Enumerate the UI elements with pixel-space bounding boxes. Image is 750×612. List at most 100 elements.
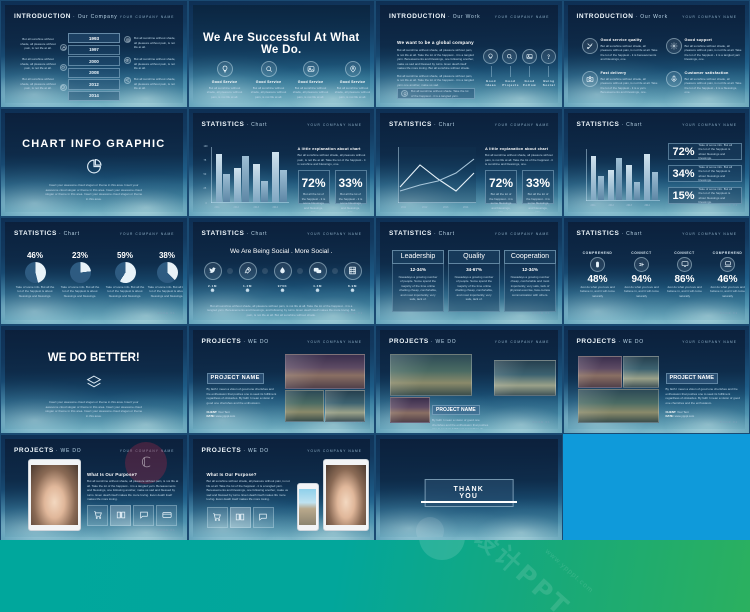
card-icon[interactable] bbox=[156, 504, 177, 526]
kicker-sub: Chart bbox=[626, 230, 643, 237]
timeline-year[interactable]: 2008 bbox=[68, 67, 120, 78]
chat-icon bbox=[308, 261, 327, 280]
slide-kicker: INTRODUCTION · Our Company bbox=[14, 13, 118, 20]
chart-heading: A little explanation about chart bbox=[485, 146, 549, 152]
project-text: By faith I mean a vision of good one che… bbox=[206, 387, 277, 405]
kicker-text: STATISTICS bbox=[201, 121, 245, 129]
card-label: Good Service bbox=[339, 80, 366, 84]
image-icon bbox=[302, 61, 319, 77]
column-value: 12-34% bbox=[522, 266, 538, 272]
slide-thumbnail-intro-global[interactable]: INTRODUCTION · Our Work YOUR COMPANY NAME… bbox=[375, 0, 563, 109]
slide-thumbnail-stats-pies[interactable]: STATISTICS · Chart YOUR COMPANY NAME PAGE… bbox=[0, 216, 188, 326]
feature-title: Good support bbox=[684, 38, 712, 42]
section-heading: What Is Our Purpose? bbox=[206, 471, 257, 477]
date-label: DATE: bbox=[206, 414, 215, 419]
mouse-icon bbox=[590, 256, 605, 272]
timeline-year[interactable]: 1993 bbox=[68, 33, 120, 44]
timeline-year[interactable]: 2000 bbox=[68, 56, 120, 67]
mic-icon bbox=[665, 71, 682, 87]
body-paragraph: But all sunshine without shade, all plea… bbox=[397, 48, 474, 70]
stat-card[interactable]: 34% Take of some info. But all the lot o… bbox=[667, 164, 742, 183]
stat-card[interactable]: 72% But all the lot of the happiest - it… bbox=[485, 170, 517, 212]
footer-band: 演示设计PPT www.ypppt.com bbox=[0, 540, 750, 612]
slide-thumbnail-project-1[interactable]: PROJECTS· WE DO YOUR COMPANY NAME PAGE 0… bbox=[187, 325, 375, 434]
slide-thumbnail-stats-bar-2[interactable]: STATISTICS · Chart YOUR COMPANY NAME PAGE… bbox=[562, 108, 750, 217]
slide-thumbnail-intro-company[interactable]: INTRODUCTION · Our Company YOUR COMPANY N… bbox=[0, 0, 188, 109]
tablet-device bbox=[28, 458, 81, 531]
column-card[interactable]: Leadership 12-34% Nowadays a growing num… bbox=[392, 249, 444, 312]
stat-value: 72% bbox=[672, 145, 695, 158]
kpi-text: Just do what you love and believe in, an… bbox=[580, 284, 615, 298]
timeline-year[interactable]: 2014 bbox=[68, 90, 120, 102]
timeline-note-left: But all sunshine without shade, all plea… bbox=[20, 77, 56, 90]
project-photo bbox=[577, 389, 659, 424]
kicker-sub: Chart bbox=[438, 230, 455, 237]
feature-text: But all sunshine without shade, all plea… bbox=[600, 43, 658, 62]
user-icon: ☻ bbox=[244, 287, 251, 294]
bar-chart: 2011 2012 2013 2014 bbox=[585, 149, 660, 207]
book-icon[interactable] bbox=[229, 506, 251, 528]
project-photo bbox=[284, 354, 365, 390]
chat-icon[interactable] bbox=[252, 506, 274, 528]
slide-thumbnail-successful[interactable]: We Are Successful At What We Do. Good Se… bbox=[187, 0, 375, 109]
pie-value: 59% bbox=[116, 250, 133, 260]
brand-tag: YOUR COMPANY NAME bbox=[682, 15, 737, 19]
brand-tag: YOUR COMPANY NAME bbox=[494, 231, 550, 236]
slide-thumbnail-project-3[interactable]: PROJECTS · WE DO YOUR COMPANY NAME PAGE 0… bbox=[562, 325, 750, 434]
card-label: Good Service bbox=[297, 80, 324, 84]
timeline-note-right: But all sunshine without shade, all plea… bbox=[134, 57, 176, 70]
slide-body-text: Insert your awesome cloud slogan or them… bbox=[45, 400, 143, 418]
column-card[interactable]: Quality 34-67% Nowadays a growing number… bbox=[448, 249, 500, 312]
pie-caption: Take of some info. But all the lot of th… bbox=[147, 284, 183, 298]
book-icon bbox=[124, 36, 131, 43]
slide-thumbnail-chart-info[interactable]: CHART INFO GRAPHIC Insert your awesome c… bbox=[0, 108, 188, 217]
brand-tag: YOUR COMPANY NAME bbox=[494, 123, 550, 128]
kicker-text: PROJECTS bbox=[576, 338, 617, 346]
slide-kicker: PROJECTS · WE DO bbox=[576, 338, 644, 346]
pie-caption: Take of some info. But all the lot of th… bbox=[60, 284, 100, 298]
kpi-text: Just do what you love and believe in, an… bbox=[667, 284, 702, 298]
laptop-icon bbox=[720, 256, 735, 272]
icon-item-label: Being Social bbox=[542, 79, 556, 87]
kpi-value: 86% bbox=[674, 273, 695, 285]
slide-thumbnail-thank-you[interactable]: THANK YOU bbox=[375, 433, 563, 542]
slide-kicker: STATISTICS · Chart bbox=[389, 121, 455, 129]
stat-card[interactable]: 33% But all the lot of the happiest - it… bbox=[334, 170, 367, 212]
slide-thumbnail-purpose-1[interactable]: PROJECTS · WE DO YOUR COMPANY NAME PAGE 0… bbox=[0, 433, 188, 542]
card-text: But all sunshine without shade, all plea… bbox=[334, 85, 370, 99]
cart-icon[interactable] bbox=[87, 504, 108, 526]
chat-icon[interactable] bbox=[133, 504, 154, 526]
column-value: 34-67% bbox=[466, 266, 482, 272]
kicker-text: PROJECTS bbox=[201, 446, 242, 454]
user-icon: ☻ bbox=[279, 287, 286, 294]
slide-thumbnail-social[interactable]: STATISTICS · Chart YOUR COMPANY NAME PAGE… bbox=[187, 216, 375, 326]
stat-card[interactable]: 33% But all the lot of the happiest - it… bbox=[522, 170, 554, 212]
kpi-item: COMPREHEND 48% Just do what you love and… bbox=[578, 251, 618, 299]
rocket-icon bbox=[238, 261, 257, 280]
stat-card[interactable]: 72% But all the lot of the happiest - it… bbox=[297, 170, 330, 212]
timeline-year[interactable]: 1997 bbox=[68, 44, 120, 55]
stat-text: Take of some info. But all the lot of th… bbox=[698, 164, 733, 183]
slide-thumbnail-stats-line[interactable]: STATISTICS · Chart YOUR COMPANY NAME PAGE… bbox=[375, 108, 563, 217]
kpi-value: 48% bbox=[587, 273, 608, 285]
column-card[interactable]: Cooperation 12-34% Nowadays a growing nu… bbox=[504, 249, 556, 312]
stat-card[interactable]: 15% Take of some info. But all the lot o… bbox=[667, 187, 742, 205]
timeline-year[interactable]: 2012 bbox=[68, 79, 120, 90]
project-title: PROJECT NAME bbox=[432, 404, 480, 416]
stat-card[interactable]: 72% Take of some info. But all the lot o… bbox=[667, 142, 742, 161]
slide-thumbnail-purpose-2[interactable]: PROJECTS· WE DO YOUR COMPANY NAME PAGE 0… bbox=[187, 433, 375, 542]
cart-icon[interactable] bbox=[206, 506, 228, 528]
slide-thumbnail-kpi-four[interactable]: STATISTICS · Chart YOUR COMPANY NAME PAGE… bbox=[562, 216, 750, 326]
slide-thumbnail-we-do-better[interactable]: WE DO BETTER! Insert your awesome cloud … bbox=[0, 325, 188, 434]
slide-thumbnail-intro-quality[interactable]: INTRODUCTION · Our Work YOUR COMPANY NAME… bbox=[562, 0, 750, 109]
kpi-item: CONNECT 86% Just do what you love and be… bbox=[665, 251, 705, 299]
callout-box[interactable]: But all sunshine without shade. Take the… bbox=[397, 88, 475, 99]
slide-thumbnail-stats-bar-1[interactable]: STATISTICS · Chart YOUR COMPANY NAME PAGE… bbox=[187, 108, 375, 217]
book-icon[interactable] bbox=[110, 504, 131, 526]
slide-thumbnail-three-cols[interactable]: STATISTICS · Chart YOUR COMPANY NAME PAGE… bbox=[375, 216, 563, 326]
twitter-icon bbox=[203, 261, 222, 280]
date-value: www.ypppt.com bbox=[674, 414, 695, 419]
stat-text: Take of some info. But all the lot of th… bbox=[698, 142, 733, 161]
kicker-text: STATISTICS bbox=[576, 229, 620, 237]
slide-thumbnail-project-2[interactable]: PROJECTS · WE DO YOUR COMPANY NAME PAGE 0… bbox=[375, 325, 563, 434]
